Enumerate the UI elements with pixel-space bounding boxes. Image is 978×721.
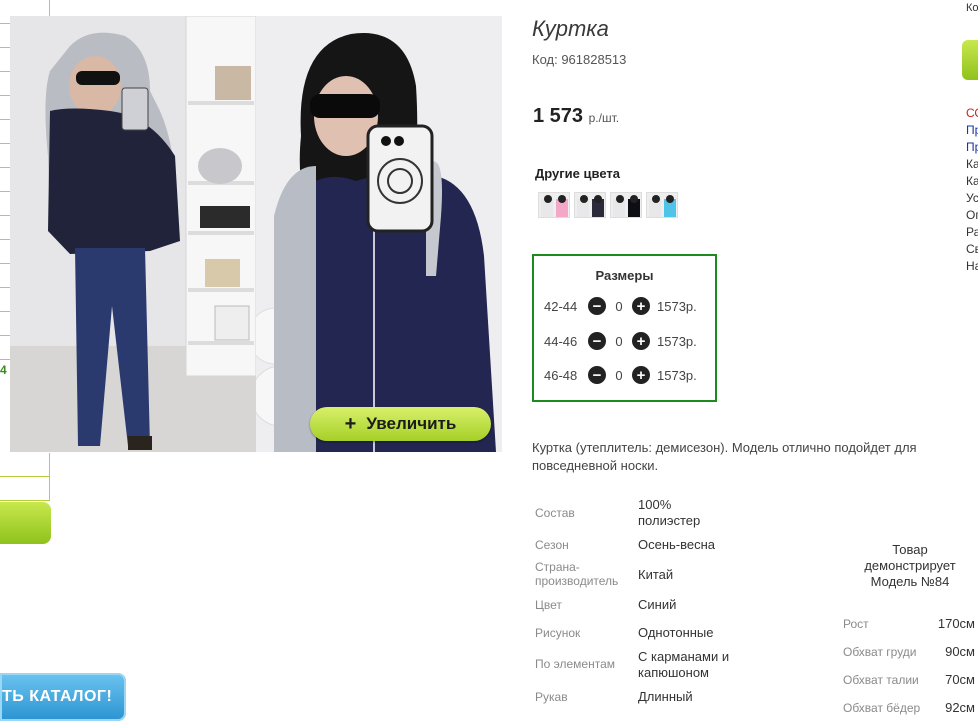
right-sidebar-link[interactable]: Пр bbox=[966, 139, 978, 156]
color-swatch[interactable] bbox=[574, 192, 606, 218]
spec-value: Китай bbox=[638, 567, 674, 582]
right-sidebar-link[interactable]: СО bbox=[966, 105, 978, 122]
right-green-button[interactable] bbox=[962, 40, 978, 80]
price-unit: р./шт. bbox=[588, 111, 620, 125]
left-sidebar-row[interactable] bbox=[0, 453, 50, 477]
spec-value: Однотонные bbox=[638, 625, 714, 640]
right-sidebar-top-text: Ко bbox=[966, 2, 978, 14]
catalog-button[interactable]: ТЬ КАТАЛОГ! bbox=[0, 673, 126, 721]
sizes-box: Размеры 42-44 − 0 + 1573р. 44-46 − 0 + 1… bbox=[532, 254, 717, 402]
price-value: 1 573 bbox=[533, 105, 584, 127]
model-measure-label: Обхват груди bbox=[843, 645, 917, 659]
spec-label: По элементам bbox=[535, 657, 616, 671]
spec-label: Цвет bbox=[535, 598, 562, 612]
spec-label: Состав bbox=[535, 506, 575, 520]
model-measure-value: 70см bbox=[945, 672, 975, 687]
plus-icon[interactable]: + bbox=[632, 366, 650, 384]
product-photo-1[interactable] bbox=[10, 16, 256, 452]
product-description: Куртка (утеплитель: демисезон). Модель о… bbox=[532, 440, 917, 473]
spec-value: Синий bbox=[638, 597, 677, 612]
zoom-button[interactable]: + Увеличить bbox=[310, 407, 491, 441]
product-photo-1-image bbox=[10, 16, 256, 452]
right-sidebar-link[interactable]: Ра bbox=[966, 224, 978, 241]
product-price: 1 573 р./шт. bbox=[533, 105, 619, 128]
left-green-button[interactable] bbox=[0, 502, 51, 544]
model-measure-value: 90см bbox=[945, 644, 975, 659]
model-measure-label: Обхват талии bbox=[843, 673, 919, 687]
product-title: Куртка bbox=[532, 16, 609, 41]
right-sidebar-link[interactable]: Ус bbox=[966, 190, 978, 207]
spec-value: Осень-весна bbox=[638, 537, 716, 552]
other-colors-title: Другие цвета bbox=[535, 166, 620, 181]
size-row: 46-48 − 0 + 1573р. bbox=[544, 365, 714, 385]
left-sidebar-row[interactable] bbox=[0, 477, 50, 501]
right-sidebar-link[interactable]: Ка bbox=[966, 173, 978, 190]
model-caption: Товар демонстрирует Модель №84 bbox=[864, 542, 956, 589]
size-row: 42-44 − 0 + 1573р. bbox=[544, 296, 714, 316]
model-measure-label: Рост bbox=[843, 617, 869, 631]
product-code: Код: 961828513 bbox=[532, 52, 627, 67]
model-measure-value: 170см bbox=[937, 616, 975, 631]
size-label: 46-48 bbox=[544, 367, 578, 383]
model-measure-value: 92см bbox=[945, 700, 975, 715]
color-swatch[interactable] bbox=[538, 192, 570, 218]
right-sidebar-link[interactable]: Оп bbox=[966, 207, 978, 224]
size-quantity[interactable]: 0 bbox=[606, 334, 632, 349]
spec-label: Сезон bbox=[535, 538, 569, 552]
color-swatch[interactable] bbox=[610, 192, 642, 218]
minus-icon[interactable]: − bbox=[588, 366, 606, 384]
size-price: 1573р. bbox=[657, 367, 697, 383]
model-measure-label: Обхват бёдер bbox=[843, 701, 921, 715]
spec-label: Страна-производитель bbox=[535, 560, 619, 588]
size-price: 1573р. bbox=[657, 333, 697, 349]
spec-value: С карманами и капюшоном bbox=[638, 649, 730, 680]
right-sidebar-link[interactable]: Ка bbox=[966, 156, 978, 173]
size-row: 44-46 − 0 + 1573р. bbox=[544, 331, 714, 351]
sizes-title: Размеры bbox=[595, 268, 654, 283]
minus-icon[interactable]: − bbox=[588, 332, 606, 350]
plus-icon[interactable]: + bbox=[632, 332, 650, 350]
size-price: 1573р. bbox=[657, 298, 697, 314]
size-label: 44-46 bbox=[544, 333, 578, 349]
size-quantity[interactable]: 0 bbox=[606, 299, 632, 314]
color-swatches bbox=[538, 192, 678, 218]
spec-value: Длинный bbox=[638, 689, 693, 704]
right-sidebar-link[interactable]: Св bbox=[966, 241, 978, 258]
color-swatch[interactable] bbox=[646, 192, 678, 218]
zoom-label: Увеличить bbox=[366, 414, 457, 433]
right-sidebar-link[interactable]: Пр bbox=[966, 122, 978, 139]
product-photo-2[interactable] bbox=[256, 16, 502, 452]
plus-icon: + bbox=[344, 412, 357, 435]
product-photo-2-image bbox=[256, 16, 502, 452]
plus-icon[interactable]: + bbox=[632, 297, 650, 315]
spec-label: Рукав bbox=[535, 690, 568, 704]
right-sidebar-link[interactable]: На bbox=[966, 258, 978, 275]
size-quantity[interactable]: 0 bbox=[606, 368, 632, 383]
size-label: 42-44 bbox=[544, 298, 578, 314]
minus-icon[interactable]: − bbox=[588, 297, 606, 315]
spec-label: Рисунок bbox=[535, 626, 581, 640]
spec-value: 100% полиэстер bbox=[638, 497, 701, 528]
